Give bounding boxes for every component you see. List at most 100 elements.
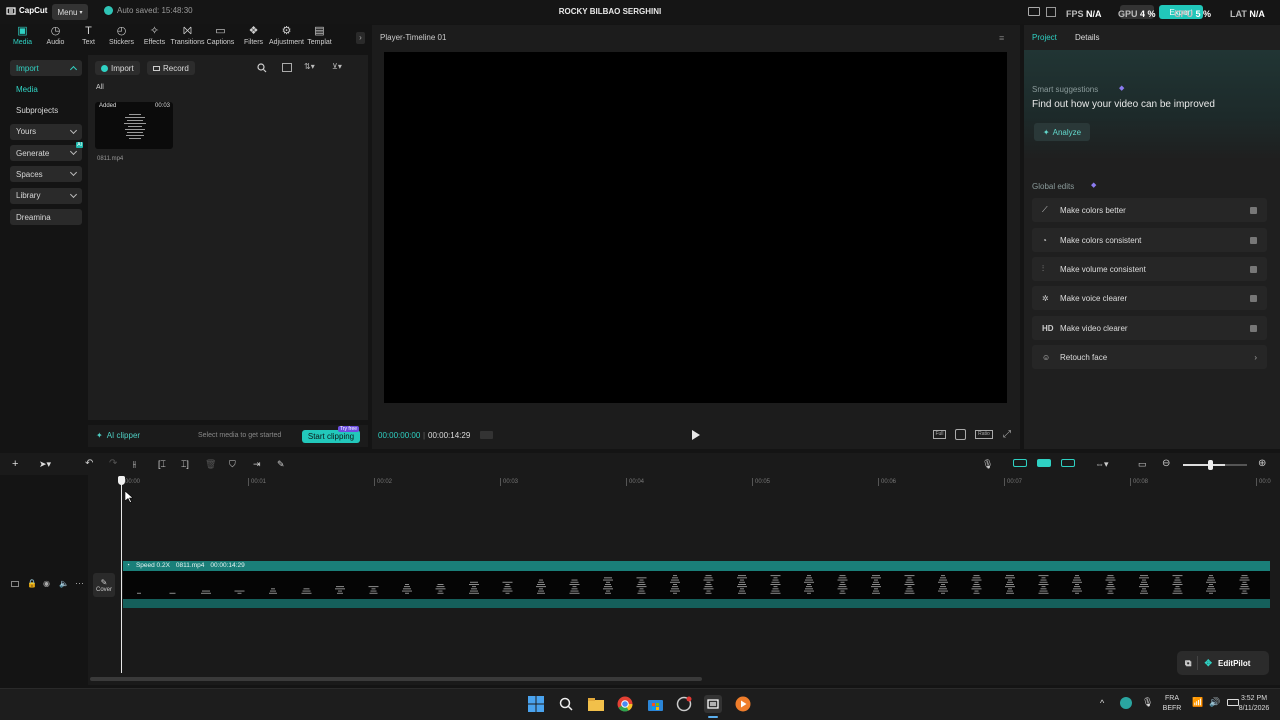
edit-make-colors-better[interactable]: ⟋ Make colors better — [1032, 198, 1267, 222]
nav-yours[interactable]: Yours — [10, 123, 82, 140]
grid-view-icon[interactable] — [282, 63, 292, 72]
redo-icon[interactable]: ↷ — [109, 458, 117, 469]
toggle-checkbox[interactable] — [1250, 294, 1257, 302]
nav-spaces[interactable]: Spaces — [10, 166, 82, 183]
speaker-icon[interactable]: 🔈 — [59, 579, 69, 588]
caption-icon[interactable]: ▭ — [1138, 459, 1147, 470]
playhead[interactable] — [121, 480, 122, 673]
more-icon[interactable]: ⋯ — [75, 578, 84, 589]
nav-import[interactable]: Import — [10, 60, 82, 76]
tool-captions[interactable]: ▭ Captions — [204, 25, 237, 51]
nav-dreamina[interactable]: Dreamina — [10, 209, 82, 226]
media-player-icon[interactable] — [734, 695, 752, 713]
edit-make-voice-clearer[interactable]: ✲ Make voice clearer — [1032, 286, 1267, 310]
tool-text[interactable]: T Text — [72, 25, 105, 51]
edit-make-volume-consistent[interactable]: ⫶ Make volume consistent — [1032, 257, 1267, 281]
hamburger-menu-icon[interactable]: ≡ — [999, 33, 1004, 43]
magnet-icon[interactable] — [1061, 459, 1075, 467]
video-clip[interactable] — [123, 561, 1270, 571]
lock-icon[interactable]: 🔒 — [27, 579, 37, 588]
edit-make-video-clearer[interactable]: HD Make video clearer — [1032, 316, 1267, 340]
eye-icon[interactable]: ◉ — [43, 579, 50, 588]
cover-button[interactable]: ✎ Cover — [93, 573, 115, 597]
clip-filmstrip[interactable] — [123, 571, 1270, 599]
tool-templat[interactable]: ▤ Templat — [303, 25, 336, 51]
pen-icon[interactable]: ✎ — [277, 459, 285, 470]
snap-icon[interactable] — [1037, 459, 1051, 467]
timecode-icon[interactable] — [480, 431, 493, 439]
toggle-checkbox[interactable] — [1250, 265, 1257, 273]
tool-stickers[interactable]: ◴ Stickers — [105, 25, 138, 51]
full-quality-button[interactable]: Full — [933, 430, 946, 439]
marker-icon[interactable]: ⛉ — [229, 459, 236, 470]
tool-transitions[interactable]: ⨝ Transitions — [171, 25, 205, 51]
layout-icon[interactable] — [1028, 7, 1040, 16]
nav-media[interactable]: Media — [10, 81, 82, 97]
edit-make-colors-consistent[interactable]: ◔ Make colors consistent — [1032, 228, 1267, 252]
nav-subprojects[interactable]: Subprojects — [10, 103, 82, 119]
windows-start-icon[interactable] — [527, 695, 545, 713]
store-icon[interactable] — [646, 695, 664, 713]
volume-icon[interactable]: 🔊 — [1209, 697, 1220, 708]
playhead-handle[interactable] — [118, 476, 125, 485]
zoom-slider-handle[interactable] — [1208, 460, 1213, 470]
preview-axis-icon[interactable]: ⇔▾ — [1095, 459, 1109, 470]
tray-app-icon[interactable] — [1120, 697, 1132, 709]
ratio-button[interactable]: Ratio — [975, 430, 993, 439]
timeline-scrollbar[interactable] — [90, 677, 702, 681]
shortcut-icon[interactable] — [1046, 7, 1056, 17]
zoom-out-icon[interactable]: ⊖ — [1162, 458, 1170, 469]
toggle-checkbox[interactable] — [1250, 236, 1257, 244]
tool-effects[interactable]: ✧ Effects — [138, 25, 171, 51]
toggle-checkbox[interactable] — [1250, 324, 1257, 332]
clock[interactable]: 3:52 PM 8/11/2026 — [1234, 694, 1274, 714]
microphone-icon[interactable]: 🎙 — [982, 459, 993, 470]
link-icon[interactable] — [1013, 459, 1027, 467]
nav-library[interactable]: Library — [10, 187, 82, 204]
filter-icon[interactable]: ⊻▾ — [332, 62, 342, 71]
menu-button[interactable]: Menu ▾ — [52, 4, 88, 20]
chevron-up-icon[interactable]: ^ — [1100, 698, 1104, 708]
trim-left-icon[interactable]: [⌶ — [158, 459, 166, 470]
microphone-tray-icon[interactable]: 🎙 — [1142, 697, 1153, 708]
tool-adjustment[interactable]: ⚙ Adjustment — [269, 25, 304, 51]
ai-clipper-button[interactable]: ✦ AI clipper — [96, 431, 140, 440]
trim-right-icon[interactable]: ⌶] — [181, 459, 189, 470]
select-tool-icon[interactable]: ➤▾ — [39, 459, 51, 470]
zoom-in-icon[interactable]: ⊕ — [1258, 458, 1266, 469]
add-track-icon[interactable]: + — [12, 458, 18, 470]
freeze-icon[interactable]: ⇥ — [253, 459, 261, 470]
split-icon[interactable]: ⫲ — [133, 459, 136, 470]
filter-all-tab[interactable]: All — [96, 84, 104, 91]
undo-icon[interactable]: ↶ — [85, 458, 93, 469]
wifi-icon[interactable]: 📶 — [1192, 697, 1203, 708]
nav-generate[interactable]: Generate AI — [10, 142, 83, 162]
file-explorer-icon[interactable] — [587, 695, 605, 713]
fullscreen-icon[interactable]: ⤢ — [1003, 429, 1011, 440]
language-indicator[interactable]: FRA BEFR — [1160, 694, 1184, 714]
search-icon[interactable] — [257, 63, 267, 73]
tab-details[interactable]: Details — [1075, 33, 1099, 42]
record-button[interactable]: Record — [147, 61, 195, 75]
import-button[interactable]: Import — [95, 61, 140, 75]
chevron-right-icon[interactable]: › — [356, 32, 365, 44]
taskbar-search-icon[interactable] — [557, 695, 575, 713]
video-canvas[interactable] — [384, 52, 1007, 403]
media-clip-thumbnail[interactable]: Added 00:03 — [95, 102, 173, 149]
analyze-button[interactable]: ✦ Analyze — [1034, 123, 1090, 141]
focus-icon[interactable] — [955, 429, 966, 440]
capcut-taskbar-icon[interactable] — [704, 695, 722, 713]
chrome-icon[interactable] — [616, 695, 634, 713]
tool-filters[interactable]: ❖ Filters — [237, 25, 270, 51]
editpilot-button[interactable]: ⧉ ✥ EditPilot — [1177, 651, 1269, 675]
delete-icon[interactable]: 🗑 — [205, 459, 216, 470]
tool-media[interactable]: ▣ Media — [6, 25, 39, 51]
tool-audio[interactable]: ◷ Audio — [39, 25, 72, 51]
edit-retouch-face[interactable]: ☺ Retouch face › — [1032, 345, 1267, 369]
tab-project[interactable]: Project — [1032, 33, 1057, 42]
play-icon[interactable] — [691, 430, 700, 440]
sort-icon[interactable]: ⇅▾ — [304, 62, 315, 71]
app-icon[interactable] — [675, 695, 693, 713]
zoom-slider[interactable] — [1183, 464, 1247, 466]
toggle-checkbox[interactable] — [1250, 206, 1257, 214]
